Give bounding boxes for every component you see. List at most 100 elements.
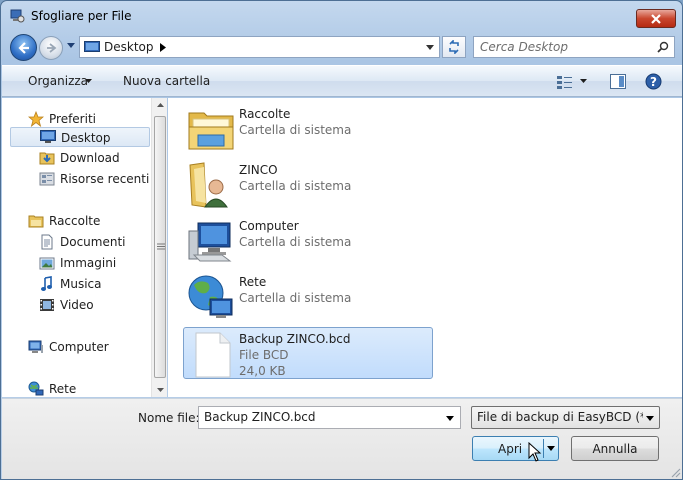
open-button-label: Apri [498,442,523,456]
computer-icon [188,222,232,262]
sidebar-item-desktop[interactable]: Desktop [10,127,150,147]
search-icon[interactable] [657,41,669,53]
arrow-right-icon [47,43,57,53]
desktop-icon [40,130,56,143]
video-icon [40,299,54,311]
scroll-up-icon[interactable] [157,103,164,107]
sidebar-item-label: Risorse recenti [60,172,150,186]
sidebar-item-music[interactable]: Musica [2,274,150,294]
sidebar-item-network[interactable]: Rete [2,379,150,399]
desktop-icon [84,41,100,52]
split-divider [543,439,544,458]
chevron-down-icon[interactable] [446,416,454,421]
file-type: Cartella di sistema [239,291,352,305]
refresh-icon [449,40,459,54]
search-input[interactable] [480,39,650,55]
chevron-down-icon[interactable] [646,416,654,421]
organize-button[interactable]: Organizza [28,74,88,88]
sidebar-item-recent-places[interactable]: Risorse recenti [2,169,150,189]
file-type: File BCD [239,348,289,362]
sidebar-item-label: Download [60,151,120,165]
new-folder-button[interactable]: Nuova cartella [123,74,210,88]
list-item-backup-file[interactable]: Backup ZINCO.bcd File BCD 24,0 KB [183,327,433,379]
list-item-computer[interactable]: Computer Cartella di sistema [184,215,432,267]
star-icon [28,111,44,127]
svg-text:?: ? [650,75,657,89]
nav-scrollbar[interactable] [151,98,167,397]
file-name: Raccolte [239,107,291,121]
file-dialog-window: Sfogliare per File Desktop Organizza Nuo… [0,0,683,480]
music-icon [41,276,52,291]
filename-value[interactable]: Backup ZINCO.bcd [204,410,316,424]
sidebar-item-label: Computer [49,340,109,354]
sidebar-item-label: Documenti [60,235,126,249]
pictures-icon [39,257,55,270]
arrow-left-icon [18,42,29,54]
sidebar-item-pictures[interactable]: Immagini [2,253,150,273]
filetype-value: File di backup di EasyBCD (*.bcd) [477,410,643,424]
window-title: Sfogliare per File [31,9,132,23]
refresh-button[interactable] [442,36,466,58]
libraries-icon [28,215,44,228]
list-item-network[interactable]: Rete Cartella di sistema [184,271,432,323]
network-icon [28,381,44,396]
back-button[interactable] [10,34,37,61]
computer-icon [28,340,43,353]
app-icon [9,9,25,23]
filename-input[interactable]: Backup ZINCO.bcd [198,406,461,429]
sidebar-item-label: Video [60,298,94,312]
change-view-icon[interactable] [556,74,574,90]
file-name: Backup ZINCO.bcd [239,332,351,346]
cancel-button[interactable]: Annulla [571,436,659,461]
search-box[interactable] [473,36,675,58]
file-list[interactable]: Raccolte Cartella di sistema ZINCO Carte… [168,98,682,397]
user-folder-icon [189,162,228,208]
sidebar-item-label: Preferiti [49,112,96,126]
preview-pane-icon[interactable] [610,74,626,89]
forward-button[interactable] [39,36,63,60]
chevron-down-icon[interactable] [426,45,434,50]
sidebar-item-label: Desktop [61,131,111,145]
open-options-dropdown-icon[interactable] [547,446,555,451]
file-type: Cartella di sistema [239,179,352,193]
command-bar: Organizza Nuova cartella ? [2,65,682,97]
download-folder-icon [39,152,55,165]
file-icon [195,332,231,378]
scroll-down-icon[interactable] [157,388,164,392]
chevron-down-icon[interactable] [580,79,587,83]
recent-places-icon [39,172,55,186]
sidebar-item-computer[interactable]: Computer [2,337,150,357]
network-globe-icon [188,275,233,318]
sidebar-item-download[interactable]: Download [2,148,150,168]
navigation-pane[interactable]: Preferiti Desktop Download Risorse recen… [2,98,167,397]
chevron-down-icon[interactable] [85,79,92,83]
resize-grip-icon[interactable] [670,467,681,478]
libraries-folder-icon [188,112,234,150]
file-name: Rete [239,275,267,289]
dialog-footer: Nome file: Backup ZINCO.bcd File di back… [2,398,682,479]
sidebar-item-documents[interactable]: Documenti [2,232,150,252]
list-item-libraries[interactable]: Raccolte Cartella di sistema [184,103,432,155]
sidebar-item-label: Rete [49,382,77,396]
title-bar[interactable]: Sfogliare per File [1,1,682,31]
sidebar-item-label: Immagini [60,256,117,270]
open-button[interactable]: Apri [472,436,559,461]
sidebar-item-videos[interactable]: Video [2,295,150,315]
close-button[interactable] [636,9,676,28]
history-dropdown-icon[interactable] [67,43,75,48]
sidebar-item-libraries[interactable]: Raccolte [2,211,150,231]
file-type: Cartella di sistema [239,235,352,249]
file-name: ZINCO [239,163,278,177]
filetype-select[interactable]: File di backup di EasyBCD (*.bcd) [471,406,660,429]
sidebar-item-favorites[interactable]: Preferiti [2,109,150,129]
scrollbar-thumb[interactable] [154,116,166,378]
documents-icon [41,234,53,250]
help-icon[interactable]: ? [645,73,662,90]
list-item-user-folder[interactable]: ZINCO Cartella di sistema [184,159,432,211]
breadcrumb-chevron-icon[interactable] [160,43,166,52]
close-icon [651,14,661,24]
mouse-cursor-icon [528,442,542,462]
cancel-button-label: Annulla [592,442,638,456]
address-bar[interactable]: Desktop [79,36,440,58]
address-location[interactable]: Desktop [104,40,154,54]
